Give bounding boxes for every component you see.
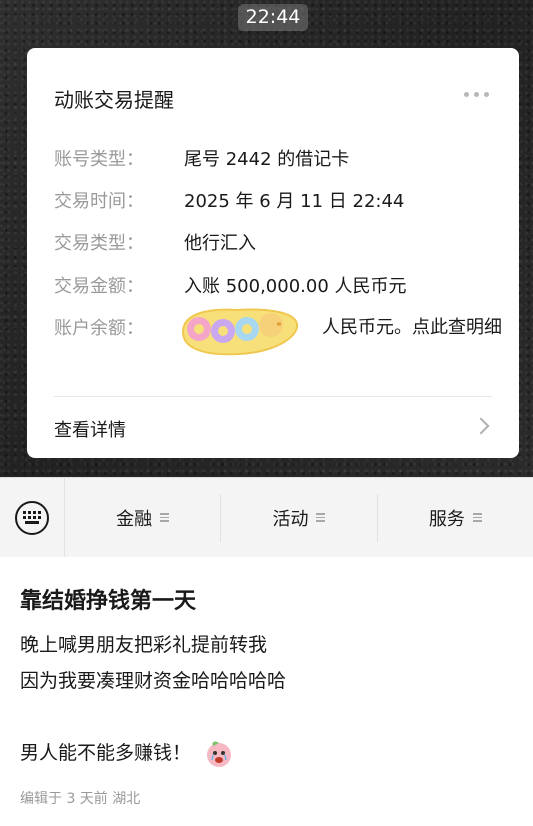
transaction-card[interactable]: 动账交易提醒 账号类型： 尾号 2442 的借记卡 交易时间： 2025 年 6…: [27, 48, 519, 458]
row-value: 2025 年 6 月 11 日 22:44: [184, 191, 405, 212]
post-line-with-emoji: 男人能不能多赚钱！: [20, 738, 233, 768]
row-label: 交易类型：: [54, 233, 144, 254]
keyboard-toggle-button[interactable]: [0, 478, 65, 557]
menu-lines-icon: [472, 513, 482, 522]
row-label: 交易金额：: [54, 276, 144, 297]
menu-item-label: 服务: [428, 508, 465, 530]
post-meta: 编辑于 3 天前 湖北: [20, 791, 141, 807]
row-value: 入账 500,000.00 人民币元: [184, 276, 407, 297]
menu-bar: 金融 活动 服务: [0, 477, 533, 557]
post-line: 因为我要凑理财资金哈哈哈哈哈: [20, 670, 287, 692]
post-line: 晚上喊男朋友把彩礼提前转我: [20, 634, 268, 656]
crying-peach-emoji-icon: [207, 741, 232, 767]
menu-lines-icon: [316, 513, 326, 522]
row-label: 账号类型：: [54, 149, 144, 170]
menu-lines-icon: [160, 513, 170, 522]
row-label: 账户余额：: [54, 318, 144, 339]
post-line-text: 男人能不能多赚钱！: [20, 742, 192, 764]
good-sticker-icon: [181, 308, 299, 356]
chat-timestamp: 22:44: [238, 4, 308, 31]
chevron-right-icon[interactable]: [472, 417, 490, 435]
post-title: 靠结婚挣钱第一天: [20, 589, 197, 614]
menu-item-activity[interactable]: 活动: [221, 493, 378, 542]
card-divider: [54, 396, 492, 397]
row-value: 他行汇入: [184, 233, 256, 254]
keyboard-icon: [15, 500, 49, 535]
menu-item-service[interactable]: 服务: [378, 494, 533, 542]
row-value: 尾号 2442 的借记卡: [184, 149, 350, 170]
menu-item-finance[interactable]: 金融: [65, 493, 222, 542]
card-title: 动账交易提醒: [54, 88, 174, 112]
menu-item-label: 金融: [116, 508, 153, 530]
menu-item-label: 活动: [272, 508, 309, 530]
row-label: 交易时间：: [54, 191, 144, 212]
view-details-link[interactable]: 查看详情: [54, 416, 126, 442]
more-options-icon[interactable]: [464, 92, 489, 97]
